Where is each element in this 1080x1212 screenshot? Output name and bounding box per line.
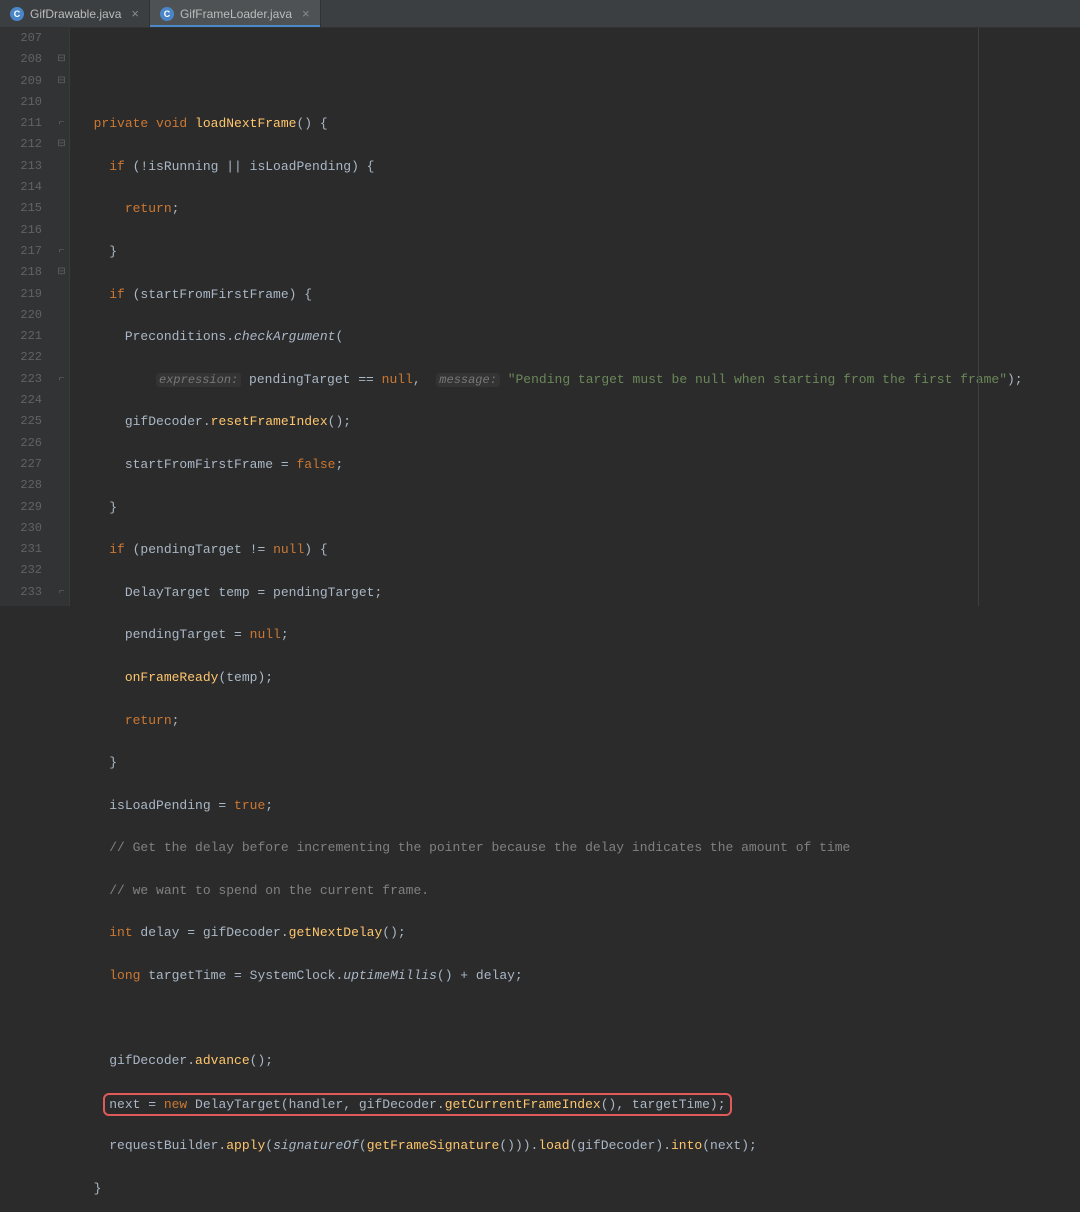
fold-marker[interactable]: ⌐ — [54, 369, 69, 390]
java-class-icon: C — [160, 7, 174, 21]
line-number: 217 — [0, 241, 42, 262]
line-number: 211 — [0, 113, 42, 134]
code-editor[interactable]: 2072082092102112122132142152162172182192… — [0, 28, 1080, 606]
code-line: int delay = gifDecoder.getNextDelay(); — [78, 922, 1080, 943]
line-number: 212 — [0, 134, 42, 155]
code-line: gifDecoder.advance(); — [78, 1050, 1080, 1071]
java-class-icon: C — [10, 7, 24, 21]
code-line: gifDecoder.resetFrameIndex(); — [78, 411, 1080, 432]
code-line — [78, 1008, 1080, 1029]
fold-marker[interactable]: ⌐ — [54, 241, 69, 262]
fold-marker[interactable] — [54, 284, 69, 305]
line-number: 213 — [0, 156, 42, 177]
code-line: startFromFirstFrame = false; — [78, 454, 1080, 475]
fold-marker[interactable]: ⌐ — [54, 113, 69, 134]
line-number: 230 — [0, 518, 42, 539]
fold-marker[interactable] — [54, 390, 69, 411]
line-number: 216 — [0, 220, 42, 241]
line-number: 224 — [0, 390, 42, 411]
fold-marker[interactable] — [54, 560, 69, 581]
right-margin-guide — [978, 28, 979, 606]
tab-gifdrawable[interactable]: C GifDrawable.java × — [0, 0, 150, 27]
code-line: // we want to spend on the current frame… — [78, 880, 1080, 901]
fold-marker[interactable] — [54, 539, 69, 560]
close-icon[interactable]: × — [302, 6, 310, 21]
fold-marker[interactable] — [54, 156, 69, 177]
tab-gifframeloader[interactable]: C GifFrameLoader.java × — [150, 0, 321, 27]
line-number: 222 — [0, 347, 42, 368]
fold-marker[interactable] — [54, 220, 69, 241]
fold-marker[interactable] — [54, 433, 69, 454]
line-number: 223 — [0, 369, 42, 390]
code-area[interactable]: private void loadNextFrame() { if (!isRu… — [70, 28, 1080, 606]
fold-marker[interactable] — [54, 497, 69, 518]
code-line: onFrameReady(temp); — [78, 667, 1080, 688]
line-number: 210 — [0, 92, 42, 113]
code-line: // Get the delay before incrementing the… — [78, 837, 1080, 858]
fold-marker[interactable] — [54, 198, 69, 219]
fold-marker[interactable]: ⊟ — [54, 134, 69, 155]
fold-marker[interactable] — [54, 518, 69, 539]
code-line: if (startFromFirstFrame) { — [78, 284, 1080, 305]
fold-marker[interactable] — [54, 347, 69, 368]
line-number: 209 — [0, 71, 42, 92]
code-line: private void loadNextFrame() { — [78, 113, 1080, 134]
fold-gutter: ⊟⊟⌐⊟⌐⊟⌐⌐ — [54, 28, 70, 606]
code-line: expression: pendingTarget == null, messa… — [78, 369, 1080, 390]
code-line: } — [78, 752, 1080, 773]
line-number: 207 — [0, 28, 42, 49]
code-line: DelayTarget temp = pendingTarget; — [78, 582, 1080, 603]
code-line: requestBuilder.apply(signatureOf(getFram… — [78, 1135, 1080, 1156]
line-number: 214 — [0, 177, 42, 198]
line-number: 221 — [0, 326, 42, 347]
tab-label: GifDrawable.java — [30, 7, 121, 21]
line-number-gutter: 2072082092102112122132142152162172182192… — [0, 28, 54, 606]
code-line: } — [78, 497, 1080, 518]
line-number: 231 — [0, 539, 42, 560]
line-number: 226 — [0, 433, 42, 454]
line-number: 232 — [0, 560, 42, 581]
fold-marker[interactable]: ⊟ — [54, 49, 69, 70]
line-number: 218 — [0, 262, 42, 283]
close-icon[interactable]: × — [131, 6, 139, 21]
line-number: 229 — [0, 497, 42, 518]
fold-marker[interactable] — [54, 28, 69, 49]
fold-marker[interactable] — [54, 92, 69, 113]
code-line — [78, 71, 1080, 92]
code-line: } — [78, 1178, 1080, 1199]
code-line: long targetTime = SystemClock.uptimeMill… — [78, 965, 1080, 986]
code-line: return; — [78, 710, 1080, 731]
fold-marker[interactable] — [54, 454, 69, 475]
code-line-highlighted: next = new DelayTarget(handler, gifDecod… — [78, 1093, 1080, 1114]
tab-label: GifFrameLoader.java — [180, 7, 292, 21]
fold-marker[interactable]: ⊟ — [54, 262, 69, 283]
fold-marker[interactable] — [54, 326, 69, 347]
fold-marker[interactable] — [54, 305, 69, 326]
code-line: if (pendingTarget != null) { — [78, 539, 1080, 560]
code-line: } — [78, 241, 1080, 262]
line-number: 215 — [0, 198, 42, 219]
fold-marker[interactable]: ⌐ — [54, 582, 69, 603]
code-line: pendingTarget = null; — [78, 624, 1080, 645]
code-line: return; — [78, 198, 1080, 219]
line-number: 228 — [0, 475, 42, 496]
editor-tabs: C GifDrawable.java × C GifFrameLoader.ja… — [0, 0, 1080, 28]
line-number: 220 — [0, 305, 42, 326]
fold-marker[interactable] — [54, 475, 69, 496]
code-line: isLoadPending = true; — [78, 795, 1080, 816]
line-number: 227 — [0, 454, 42, 475]
fold-marker[interactable]: ⊟ — [54, 71, 69, 92]
line-number: 225 — [0, 411, 42, 432]
code-line: Preconditions.checkArgument( — [78, 326, 1080, 347]
fold-marker[interactable] — [54, 177, 69, 198]
line-number: 219 — [0, 284, 42, 305]
fold-marker[interactable] — [54, 411, 69, 432]
code-line: if (!isRunning || isLoadPending) { — [78, 156, 1080, 177]
line-number: 208 — [0, 49, 42, 70]
line-number: 233 — [0, 582, 42, 603]
